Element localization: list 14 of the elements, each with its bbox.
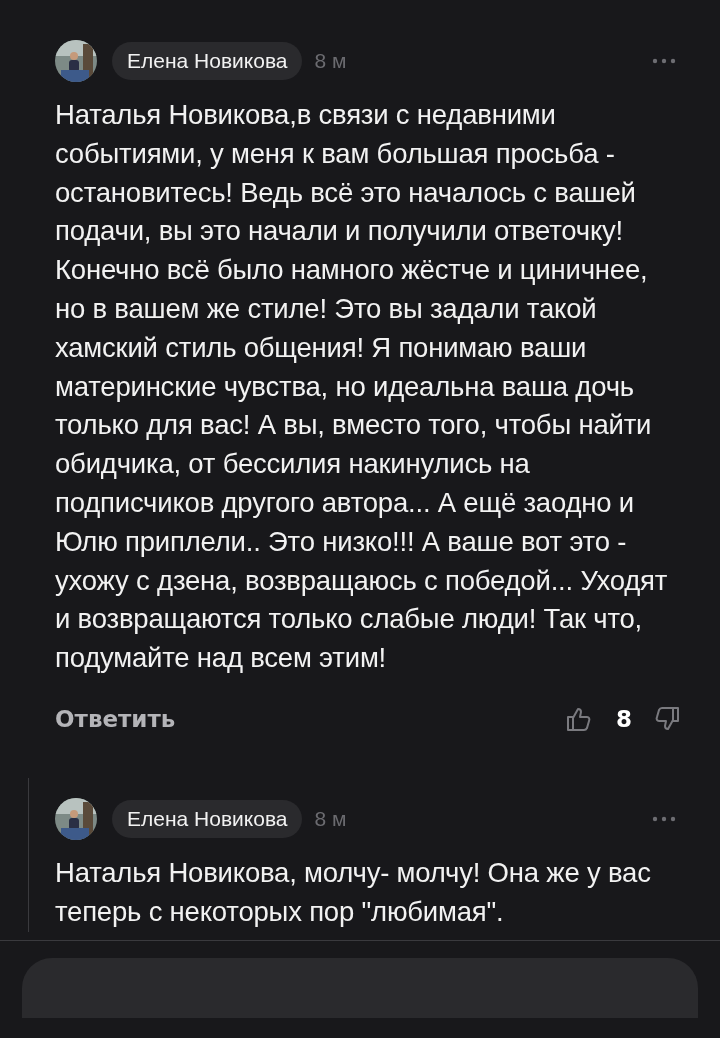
like-count: 8 (616, 705, 632, 732)
comment-text: Наталья Новикова, молчу- молчу! Она же у вас теперь с некоторых пор "любимая". (55, 855, 652, 929)
avatar[interactable] (55, 40, 97, 82)
more-icon[interactable] (652, 58, 676, 64)
thumbs-down-icon[interactable] (654, 705, 680, 732)
author-name[interactable]: Елена Новикова (112, 799, 303, 838)
timestamp: 8 м (314, 49, 347, 73)
avatar[interactable] (55, 797, 97, 840)
author-name[interactable]: Елена Новикова (112, 42, 303, 80)
reply-link[interactable]: Ответить (55, 705, 176, 732)
thumbs-up-icon[interactable] (566, 705, 592, 732)
timestamp: 8 м (314, 806, 347, 831)
comment-text: Наталья Новикова,в связи с недавними событиями, у меня к вам большая просьба - остановитесь! Ведь всё это началось с вашей подачи, вы это начали и получили ответочку! Конечно всё было намного жёстче и циничнее, но в вашем же стиле! Это вы задали такой хамский стиль общения! Я понимаю ваши материнские чувства, но идеальна ваша дочь только для вас! А вы, вместо того, чтобы найти обидчика, от бессилия накинулись на подписчиков другого автора... А ещё заодно и Юлю приплели.. Это низко!!! А ваше вот это - ухожу с дзена, возвращаюсь с победой... Уходят и возвращаются только слабые люди! Так что, подумайте над всем этим! (55, 98, 669, 676)
more-icon[interactable] (652, 815, 676, 822)
